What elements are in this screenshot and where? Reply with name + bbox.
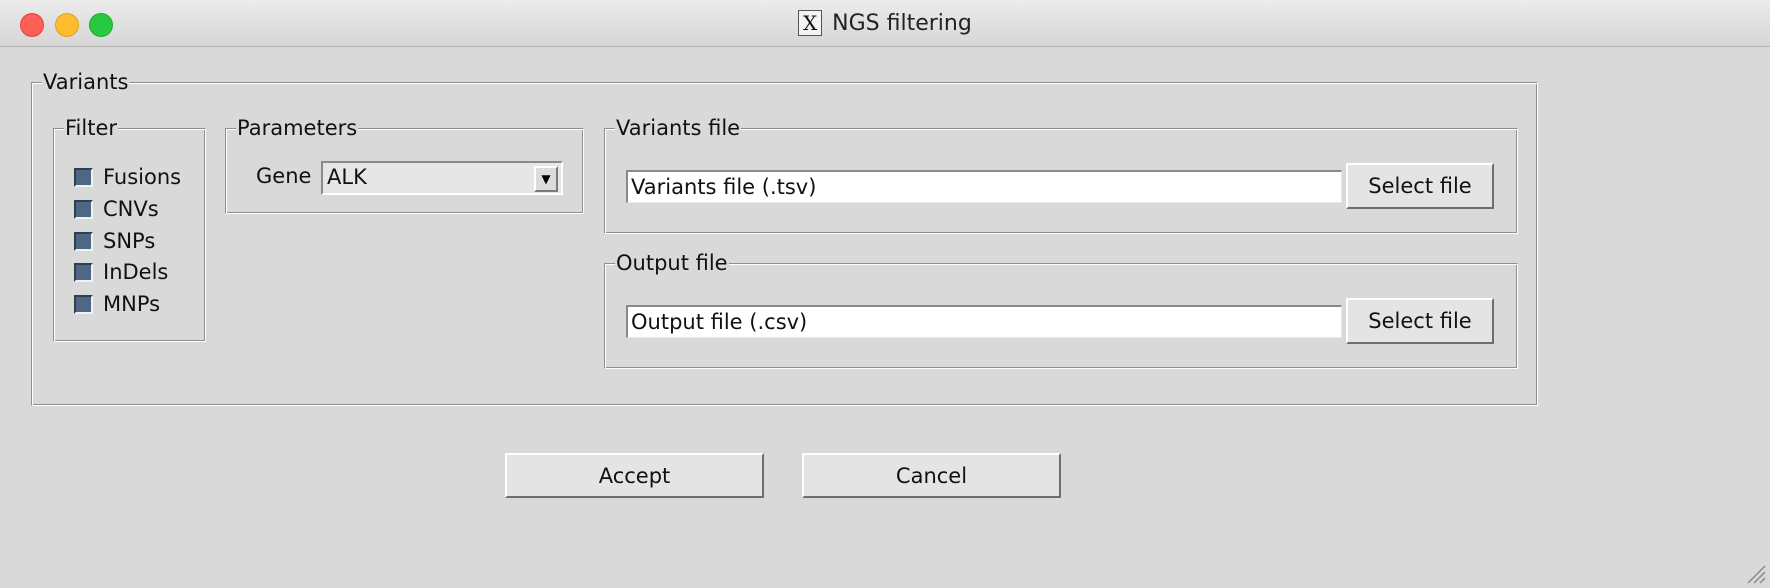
output-file-input[interactable] <box>626 305 1342 338</box>
checkbox-box[interactable] <box>74 167 93 187</box>
output-file-group: Output file Select file <box>604 249 1518 369</box>
checkbox-label: SNPs <box>103 229 156 253</box>
window-title: NGS filtering <box>832 10 972 36</box>
x11-icon: X <box>798 10 823 36</box>
resize-grip-icon[interactable] <box>1744 562 1766 584</box>
checkbox-cnvs[interactable]: CNVs <box>74 197 159 221</box>
variants-file-legend: Variants file <box>615 114 742 142</box>
gene-label: Gene <box>256 164 312 188</box>
variants-file-group: Variants file Select file <box>604 114 1518 234</box>
select-output-file-button[interactable]: Select file <box>1346 298 1494 344</box>
variants-file-input[interactable] <box>626 170 1342 203</box>
checkbox-box[interactable] <box>74 199 93 219</box>
dialog-window: X NGS filtering Variants Filter Fusions … <box>0 0 1770 588</box>
gene-select[interactable]: ALK ▼ <box>321 161 563 195</box>
variants-group-legend: Variants <box>42 68 130 96</box>
checkbox-label: MNPs <box>103 292 161 316</box>
filter-group-legend: Filter <box>64 114 119 142</box>
checkbox-label: InDels <box>103 260 169 284</box>
cancel-button[interactable]: Cancel <box>802 453 1061 498</box>
checkbox-mnps[interactable]: MNPs <box>74 292 160 316</box>
chevron-down-icon[interactable]: ▼ <box>534 166 558 192</box>
gene-select-value: ALK <box>327 165 367 189</box>
title-bar[interactable]: X NGS filtering <box>0 0 1770 47</box>
parameters-group: Parameters Gene ALK ▼ <box>225 114 584 214</box>
checkbox-label: CNVs <box>103 197 159 221</box>
checkbox-box[interactable] <box>74 262 93 282</box>
accept-button[interactable]: Accept <box>505 453 764 498</box>
filter-group: Filter Fusions CNVs SNPs InDels MNPs <box>53 114 206 342</box>
checkbox-indels[interactable]: InDels <box>74 260 168 284</box>
parameters-group-legend: Parameters <box>236 114 359 142</box>
checkbox-box[interactable] <box>74 294 93 314</box>
checkbox-box[interactable] <box>74 231 93 251</box>
checkbox-snps[interactable]: SNPs <box>74 229 155 253</box>
checkbox-label: Fusions <box>103 165 182 189</box>
select-variants-file-button[interactable]: Select file <box>1346 163 1494 209</box>
checkbox-fusions[interactable]: Fusions <box>74 165 181 189</box>
window-title-area: X NGS filtering <box>0 0 1770 46</box>
output-file-legend: Output file <box>615 249 729 277</box>
